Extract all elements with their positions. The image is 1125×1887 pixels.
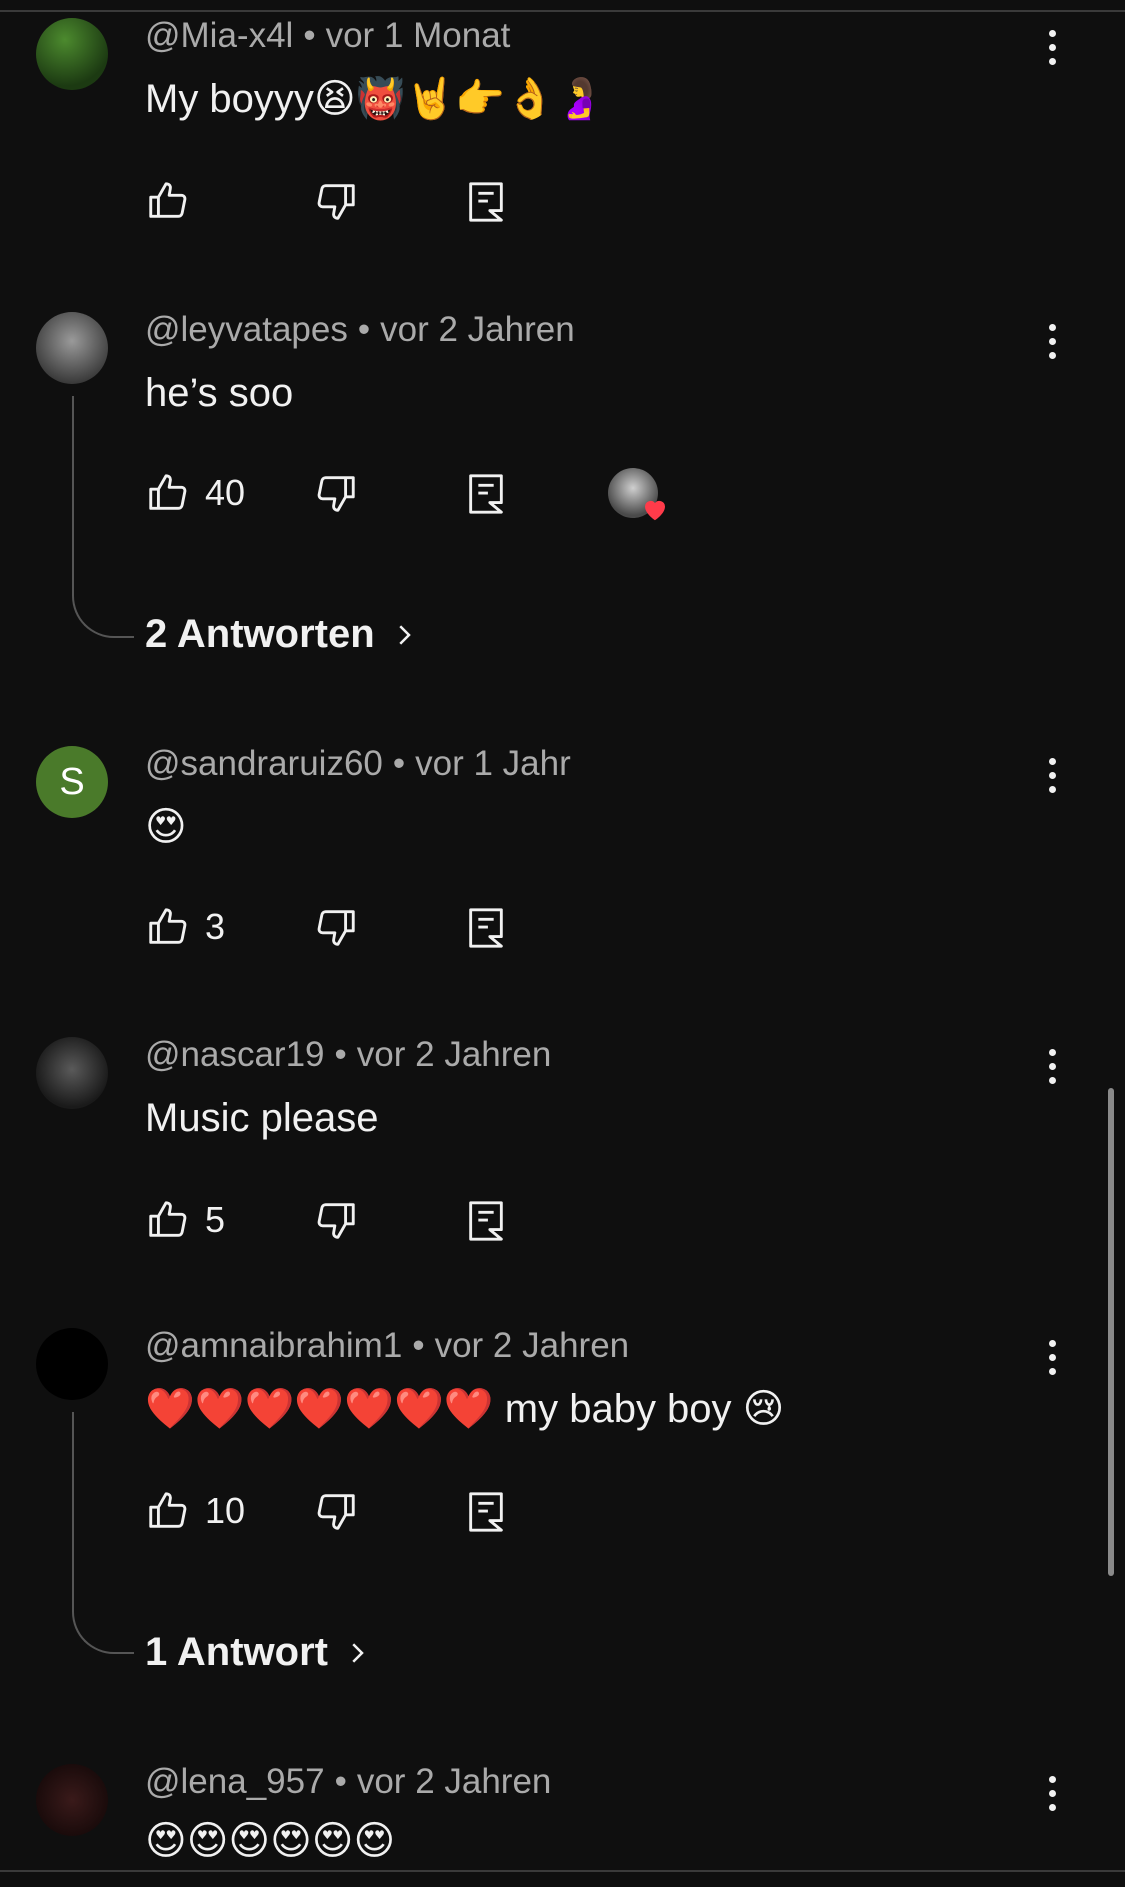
reply-icon — [469, 474, 503, 514]
like-count: 10 — [205, 1490, 246, 1531]
comment-emojis: 😫👹🤘👉👌🤰 — [313, 76, 605, 122]
heart-icon — [645, 500, 665, 521]
thumbs-down-icon — [317, 910, 355, 946]
comment-text: he’s soo — [145, 368, 293, 418]
avatar-letter: S — [59, 760, 85, 803]
author-name[interactable]: @amnaibrahim1 — [145, 1326, 402, 1365]
replies-label: 2 Antworten — [145, 612, 375, 656]
replies-link[interactable]: 1 Antwort — [145, 1630, 372, 1675]
avatar[interactable] — [36, 312, 108, 384]
author-name[interactable]: @nascar19 — [145, 1035, 325, 1074]
reply-icon — [469, 1201, 503, 1241]
comment-meta: @amnaibrahim1 • vor 2 Jahren — [145, 1326, 630, 1365]
replies-link[interactable]: 2 Antworten — [145, 612, 419, 657]
thumbs-up-icon — [149, 182, 187, 218]
like-button[interactable]: 10 — [145, 1486, 245, 1536]
comment-actions: 5 — [145, 1195, 745, 1245]
author-name[interactable]: @sandraruiz60 — [145, 744, 383, 783]
comment-body: Music please — [145, 1096, 379, 1140]
dislike-button[interactable] — [313, 176, 359, 226]
reply-button[interactable] — [463, 902, 509, 952]
thumbs-down-icon — [317, 1494, 355, 1530]
thumbs-up-icon — [149, 474, 187, 510]
like-button[interactable]: 5 — [145, 1195, 225, 1245]
more-vert-icon[interactable] — [1040, 324, 1064, 368]
like-count: 5 — [205, 1199, 226, 1240]
avatar[interactable] — [36, 1037, 108, 1109]
like-button[interactable]: 40 — [145, 468, 245, 518]
dislike-button[interactable] — [313, 1486, 359, 1536]
dislike-button[interactable] — [313, 1195, 359, 1245]
comment-meta: @leyvatapes • vor 2 Jahren — [145, 310, 575, 349]
comment-emojis: 😍 — [145, 804, 187, 850]
reply-icon — [469, 182, 503, 222]
avatar[interactable] — [36, 1764, 108, 1836]
chevron-right-icon — [399, 624, 411, 645]
more-vert-icon[interactable] — [1040, 1049, 1064, 1093]
comment-emojis: 😍😍😍😍😍😍 — [145, 1818, 396, 1864]
avatar[interactable]: S — [36, 746, 108, 818]
like-button[interactable] — [145, 176, 191, 226]
scrollbar[interactable] — [1108, 1088, 1114, 1576]
comment-body: my baby boy — [504, 1387, 732, 1431]
like-count: 3 — [205, 906, 226, 947]
dislike-button[interactable] — [313, 902, 359, 952]
avatar[interactable] — [36, 1328, 108, 1400]
comment-text: My boyyy😫👹🤘👉👌🤰 — [145, 74, 605, 124]
reply-button[interactable] — [463, 176, 509, 226]
like-count: 40 — [205, 472, 246, 513]
thumbs-down-icon — [317, 476, 355, 512]
like-button[interactable]: 3 — [145, 902, 225, 952]
timestamp: vor 2 Jahren — [380, 310, 575, 349]
comment-actions: 10 — [145, 1486, 745, 1536]
avatar[interactable] — [36, 18, 108, 90]
reply-button[interactable] — [463, 468, 509, 518]
timestamp: vor 2 Jahren — [356, 1762, 552, 1801]
thumbs-up-icon — [149, 908, 187, 944]
comment-meta: @nascar19 • vor 2 Jahren — [145, 1035, 552, 1074]
comment-emojis: 😢 — [742, 1386, 785, 1432]
comment-actions: 3 — [145, 902, 745, 952]
reply-icon — [469, 908, 503, 948]
author-name[interactable]: @Mia-x4l — [145, 16, 293, 55]
thread-line — [72, 396, 134, 638]
chevron-right-icon — [352, 1642, 364, 1663]
comment-text: ❤️❤️❤️❤️❤️❤️❤️ my baby boy 😢 — [145, 1384, 784, 1434]
thumbs-up-icon — [149, 1201, 187, 1237]
comment-text: 😍 — [145, 802, 187, 852]
author-name[interactable]: @leyvatapes — [145, 310, 348, 349]
comment-meta: @sandraruiz60 • vor 1 Jahr — [145, 744, 571, 783]
thumbs-down-icon — [317, 1203, 355, 1239]
reply-icon — [469, 1492, 503, 1532]
reply-button[interactable] — [463, 1195, 509, 1245]
more-vert-icon[interactable] — [1040, 1340, 1064, 1384]
dislike-button[interactable] — [313, 468, 359, 518]
top-divider — [0, 10, 1125, 12]
more-vert-icon[interactable] — [1040, 30, 1064, 74]
bottom-divider — [0, 1870, 1125, 1872]
more-vert-icon[interactable] — [1040, 1776, 1064, 1820]
timestamp: vor 2 Jahren — [434, 1326, 630, 1365]
comment-actions — [145, 176, 745, 226]
comment-meta: @lena_957 • vor 2 Jahren — [145, 1762, 552, 1801]
comment-emojis-before: ❤️❤️❤️❤️❤️❤️❤️ — [145, 1386, 494, 1432]
timestamp: vor 2 Jahren — [356, 1035, 552, 1074]
thumbs-down-icon — [317, 184, 355, 220]
comment-body: My boyyy — [145, 77, 314, 121]
comment-meta: @Mia-x4l • vor 1 Monat — [145, 16, 511, 55]
thumbs-up-icon — [149, 1492, 187, 1528]
comment-text: 😍😍😍😍😍😍 — [145, 1816, 395, 1866]
timestamp: vor 1 Jahr — [415, 744, 571, 783]
author-name[interactable]: @lena_957 — [145, 1762, 325, 1801]
comment-text: Music please — [145, 1093, 378, 1143]
replies-label: 1 Antwort — [145, 1630, 328, 1674]
more-vert-icon[interactable] — [1040, 758, 1064, 802]
comment-body: he’s soo — [145, 371, 294, 415]
thread-line — [72, 1412, 134, 1654]
timestamp: vor 1 Monat — [325, 16, 511, 55]
reply-button[interactable] — [463, 1486, 509, 1536]
